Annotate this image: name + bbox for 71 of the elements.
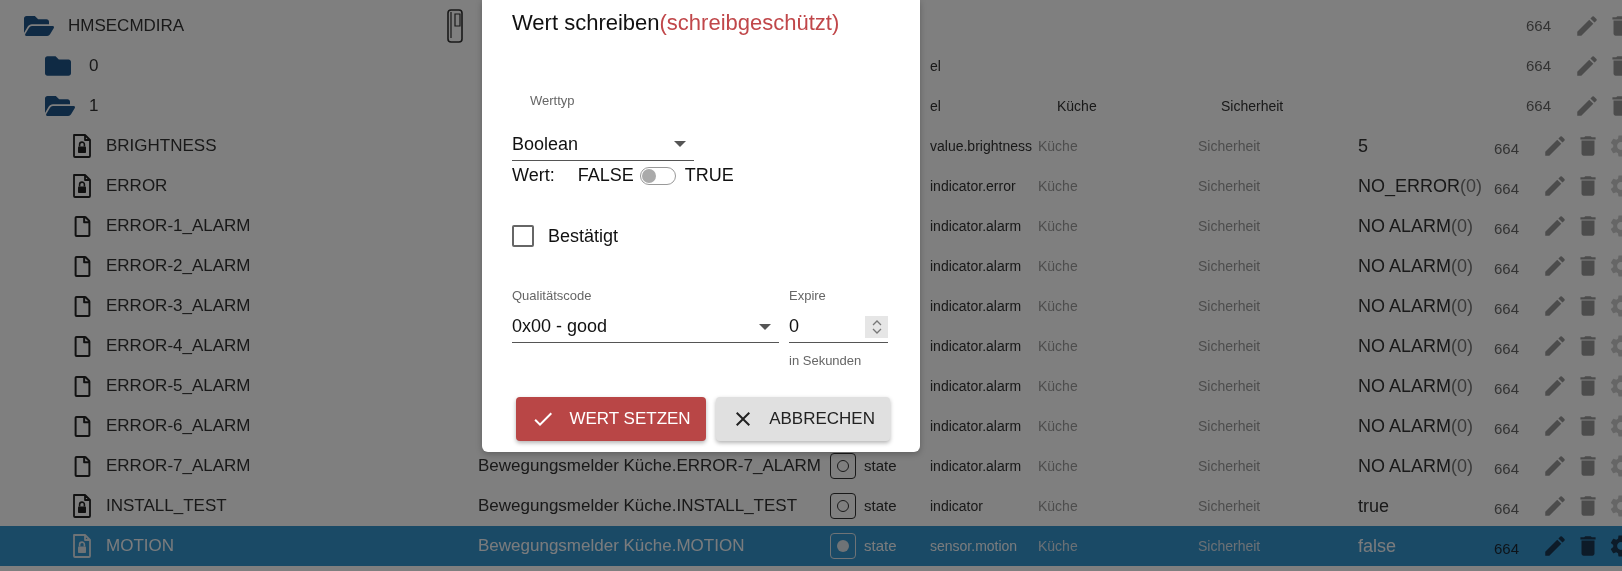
acl-value: 664: [1526, 95, 1553, 116]
acl-value: 664: [1494, 298, 1521, 319]
object-id: 0: [89, 55, 99, 78]
acl-value: 664: [1494, 258, 1521, 279]
object-room: Küche: [1038, 536, 1078, 556]
acl-value: 664: [1526, 55, 1553, 76]
object-value: NO ALARM(0): [1358, 454, 1474, 478]
field-label: Expire: [789, 286, 827, 305]
field-label: Werttyp: [530, 92, 576, 110]
object-role: indicator.alarm: [930, 296, 1022, 316]
object-value: NO ALARM(0): [1358, 374, 1474, 398]
object-room: Küche: [1056, 96, 1097, 116]
object-role: el: [930, 56, 941, 76]
object-id: MOTION: [106, 535, 174, 558]
object-id: ERROR-4_ALARM: [106, 335, 251, 358]
object-value: false: [1358, 534, 1397, 558]
object-role: sensor.motion: [930, 536, 1018, 556]
acl-value: 664: [1494, 178, 1521, 199]
object-role: indicator.alarm: [930, 216, 1022, 236]
acl-value: 664: [1494, 378, 1521, 399]
object-role: indicator: [930, 496, 983, 516]
object-value: 5: [1358, 134, 1368, 158]
object-id: INSTALL_TEST: [106, 495, 227, 518]
toggle-label: FALSE: [577, 164, 634, 187]
object-role: indicator.alarm: [930, 416, 1022, 436]
object-type: state: [864, 455, 897, 476]
acl-value: 664: [1494, 218, 1521, 239]
object-name: Bewegungsmelder Küche.MOTION: [478, 535, 745, 558]
acl-value: 664: [1494, 538, 1521, 559]
object-value: NO ALARM(0): [1358, 254, 1474, 278]
dialog-title: Wert schreiben(schreibgeschützt): [512, 9, 841, 37]
acl-value: 664: [1494, 458, 1521, 479]
object-value: NO ALARM(0): [1358, 214, 1474, 238]
object-name: Bewegungsmelder Küche.INSTALL_TEST: [478, 495, 798, 518]
object-role: indicator.alarm: [930, 336, 1022, 356]
helper-text: in Sekunden: [789, 352, 863, 370]
object-id: ERROR-3_ALARM: [106, 295, 251, 318]
object-function: Sicherheit: [1220, 96, 1284, 116]
object-id: 1: [89, 95, 99, 118]
acl-value: 664: [1494, 138, 1521, 159]
object-id: BRIGHTNESS: [106, 135, 217, 158]
object-value: NO ALARM(0): [1358, 414, 1474, 438]
object-id: ERROR-1_ALARM: [106, 215, 251, 238]
checkbox-label: Bestätigt: [548, 224, 619, 248]
object-function: Sicherheit: [1198, 536, 1261, 556]
object-type: state: [864, 535, 897, 556]
object-id: ERROR-5_ALARM: [106, 375, 251, 398]
object-id: HMSECMDIRA: [68, 15, 185, 38]
field-label: Wert:: [512, 164, 555, 187]
object-role: indicator.error: [930, 176, 1016, 196]
object-id: ERROR: [106, 175, 168, 198]
object-name: Bewegungsmelder Küche.ERROR-7_ALARM: [478, 455, 821, 478]
field-label: Qualitätscode: [512, 286, 593, 305]
toggle-label: TRUE: [684, 164, 734, 187]
object-value: NO ALARM(0): [1358, 334, 1474, 358]
object-role: indicator.alarm: [930, 376, 1022, 396]
object-value: true: [1358, 494, 1390, 518]
object-value: NO ALARM(0): [1358, 294, 1474, 318]
acl-value: 664: [1494, 498, 1521, 519]
acl-value: 664: [1494, 418, 1521, 439]
object-role: el: [930, 96, 941, 116]
object-role: indicator.alarm: [930, 456, 1022, 476]
object-type: state: [864, 495, 897, 516]
object-id: ERROR-6_ALARM: [106, 415, 251, 438]
object-value: NO_ERROR(0): [1358, 174, 1482, 199]
acl-value: 664: [1494, 338, 1521, 359]
object-id: ERROR-2_ALARM: [106, 255, 251, 278]
acl-value: 664: [1526, 15, 1553, 36]
object-role: value.brightness: [930, 136, 1032, 156]
object-role: indicator.alarm: [930, 256, 1022, 276]
object-id: ERROR-7_ALARM: [106, 455, 251, 478]
